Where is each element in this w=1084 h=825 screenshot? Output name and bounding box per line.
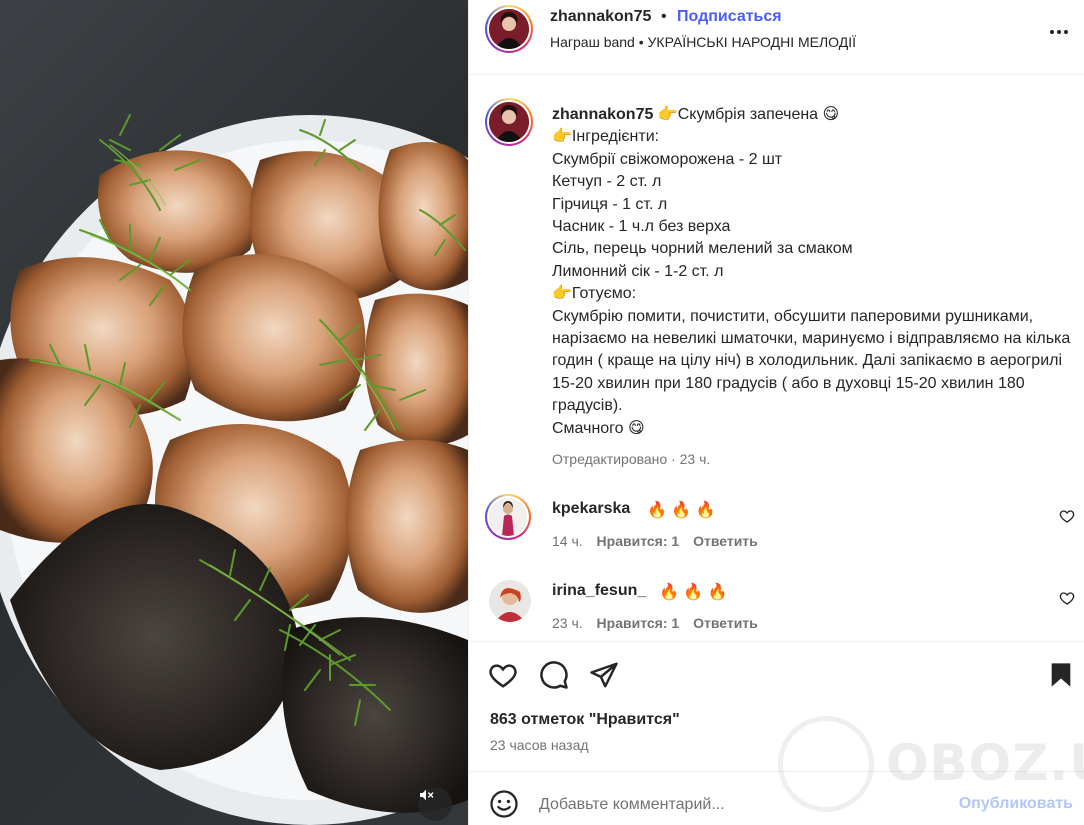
post-caption: zhannakon75 👉Скумбрія запечена 😋 👉Інгред… xyxy=(552,104,1072,440)
comment-avatar[interactable] xyxy=(485,494,531,540)
more-horizontal-icon xyxy=(1050,30,1068,34)
comment-meta: 23 ч. Нравится: 1 Ответить xyxy=(552,615,768,631)
avatar-photo xyxy=(489,580,531,622)
post-time: 23 часов назад xyxy=(490,737,589,753)
food-photo xyxy=(0,114,468,825)
emoji-icon[interactable] xyxy=(489,789,519,819)
post-details-panel: zhannakon75 • Подписаться Награш band • … xyxy=(468,0,1084,825)
caption-line: Сіль, перець чорний мелений за смаком xyxy=(552,240,853,258)
comment-input[interactable] xyxy=(539,790,939,820)
like-button[interactable] xyxy=(487,659,519,691)
speaker-muted-icon xyxy=(420,789,434,801)
caption-line: Смачного 😋 xyxy=(552,419,645,437)
caption-line: Часник - 1 ч.л без верха xyxy=(552,218,731,236)
caption-author-avatar[interactable] xyxy=(485,98,533,146)
caption-line: 👉Готуємо: xyxy=(552,285,637,303)
likes-count[interactable]: 863 отметок "Нравится" xyxy=(490,711,680,729)
comment-username[interactable]: kpekarska xyxy=(552,500,630,518)
comment-icon xyxy=(540,661,568,689)
comment-reply-button[interactable]: Ответить xyxy=(693,533,758,549)
caption-line: Лимонний сік - 1-2 ст. л xyxy=(552,262,724,280)
avatar-photo xyxy=(489,102,529,142)
comment-item: kpekarska 🔥 🔥 🔥 14 ч. Нравится: 1 Ответи… xyxy=(469,494,1084,570)
avatar-photo xyxy=(489,9,529,49)
post-comment-button[interactable]: Опубликовать xyxy=(959,795,1073,813)
heart-icon[interactable] xyxy=(1059,590,1075,606)
comment-reply-button[interactable]: Ответить xyxy=(693,615,758,631)
bookmark-icon xyxy=(1051,663,1071,687)
avatar-photo xyxy=(489,498,527,536)
share-icon xyxy=(590,662,618,688)
comment-time: 14 ч. xyxy=(552,533,583,549)
comment-text: 🔥 🔥 🔥 xyxy=(659,584,728,601)
heart-icon[interactable] xyxy=(1059,508,1075,524)
mute-button[interactable] xyxy=(418,787,452,821)
caption-edited-time: Отредактировано · 23 ч. xyxy=(552,451,711,467)
save-button[interactable] xyxy=(1045,659,1077,691)
post-media[interactable] xyxy=(0,0,468,825)
share-button[interactable] xyxy=(588,659,620,691)
comment-avatar[interactable] xyxy=(489,580,531,622)
caption-line: Скумбрії свіжоморожена - 2 шт xyxy=(552,150,783,168)
comment-username[interactable]: irina_fesun_ xyxy=(552,582,646,600)
audio-attribution[interactable]: Награш band • УКРАЇНСЬКІ НАРОДНІ МЕЛОДІЇ xyxy=(550,34,856,50)
caption-line: Скумбрію помити, почистити, обсушити пап… xyxy=(552,307,1071,415)
post-actions-bar xyxy=(469,641,1084,716)
caption-line: Кетчуп - 2 ст. л xyxy=(552,173,662,191)
comment-time: 23 ч. xyxy=(552,615,583,631)
caption-author[interactable]: zhannakon75 xyxy=(552,106,653,123)
comment-likes[interactable]: Нравится: 1 xyxy=(597,533,680,549)
caption-line: 👉Інгредієнти: xyxy=(552,128,660,146)
comment-text: 🔥 🔥 🔥 xyxy=(647,502,716,519)
header-separator: • xyxy=(661,8,667,25)
heart-icon xyxy=(489,664,517,688)
header-username[interactable]: zhannakon75 xyxy=(550,8,651,26)
follow-button[interactable]: Подписаться xyxy=(677,8,782,26)
caption-line: Гірчиця - 1 ст. л xyxy=(552,195,668,213)
post-header: zhannakon75 • Подписаться Награш band • … xyxy=(469,0,1084,75)
comment-meta: 14 ч. Нравится: 1 Ответить xyxy=(552,533,768,549)
caption-line: 👉Скумбрія запечена 😋 xyxy=(657,106,840,123)
comment-likes[interactable]: Нравится: 1 xyxy=(597,615,680,631)
more-options-button[interactable] xyxy=(1047,20,1071,44)
add-comment-bar: Опубликовать xyxy=(469,771,1084,825)
author-avatar[interactable] xyxy=(485,5,533,53)
comment-button[interactable] xyxy=(538,659,570,691)
